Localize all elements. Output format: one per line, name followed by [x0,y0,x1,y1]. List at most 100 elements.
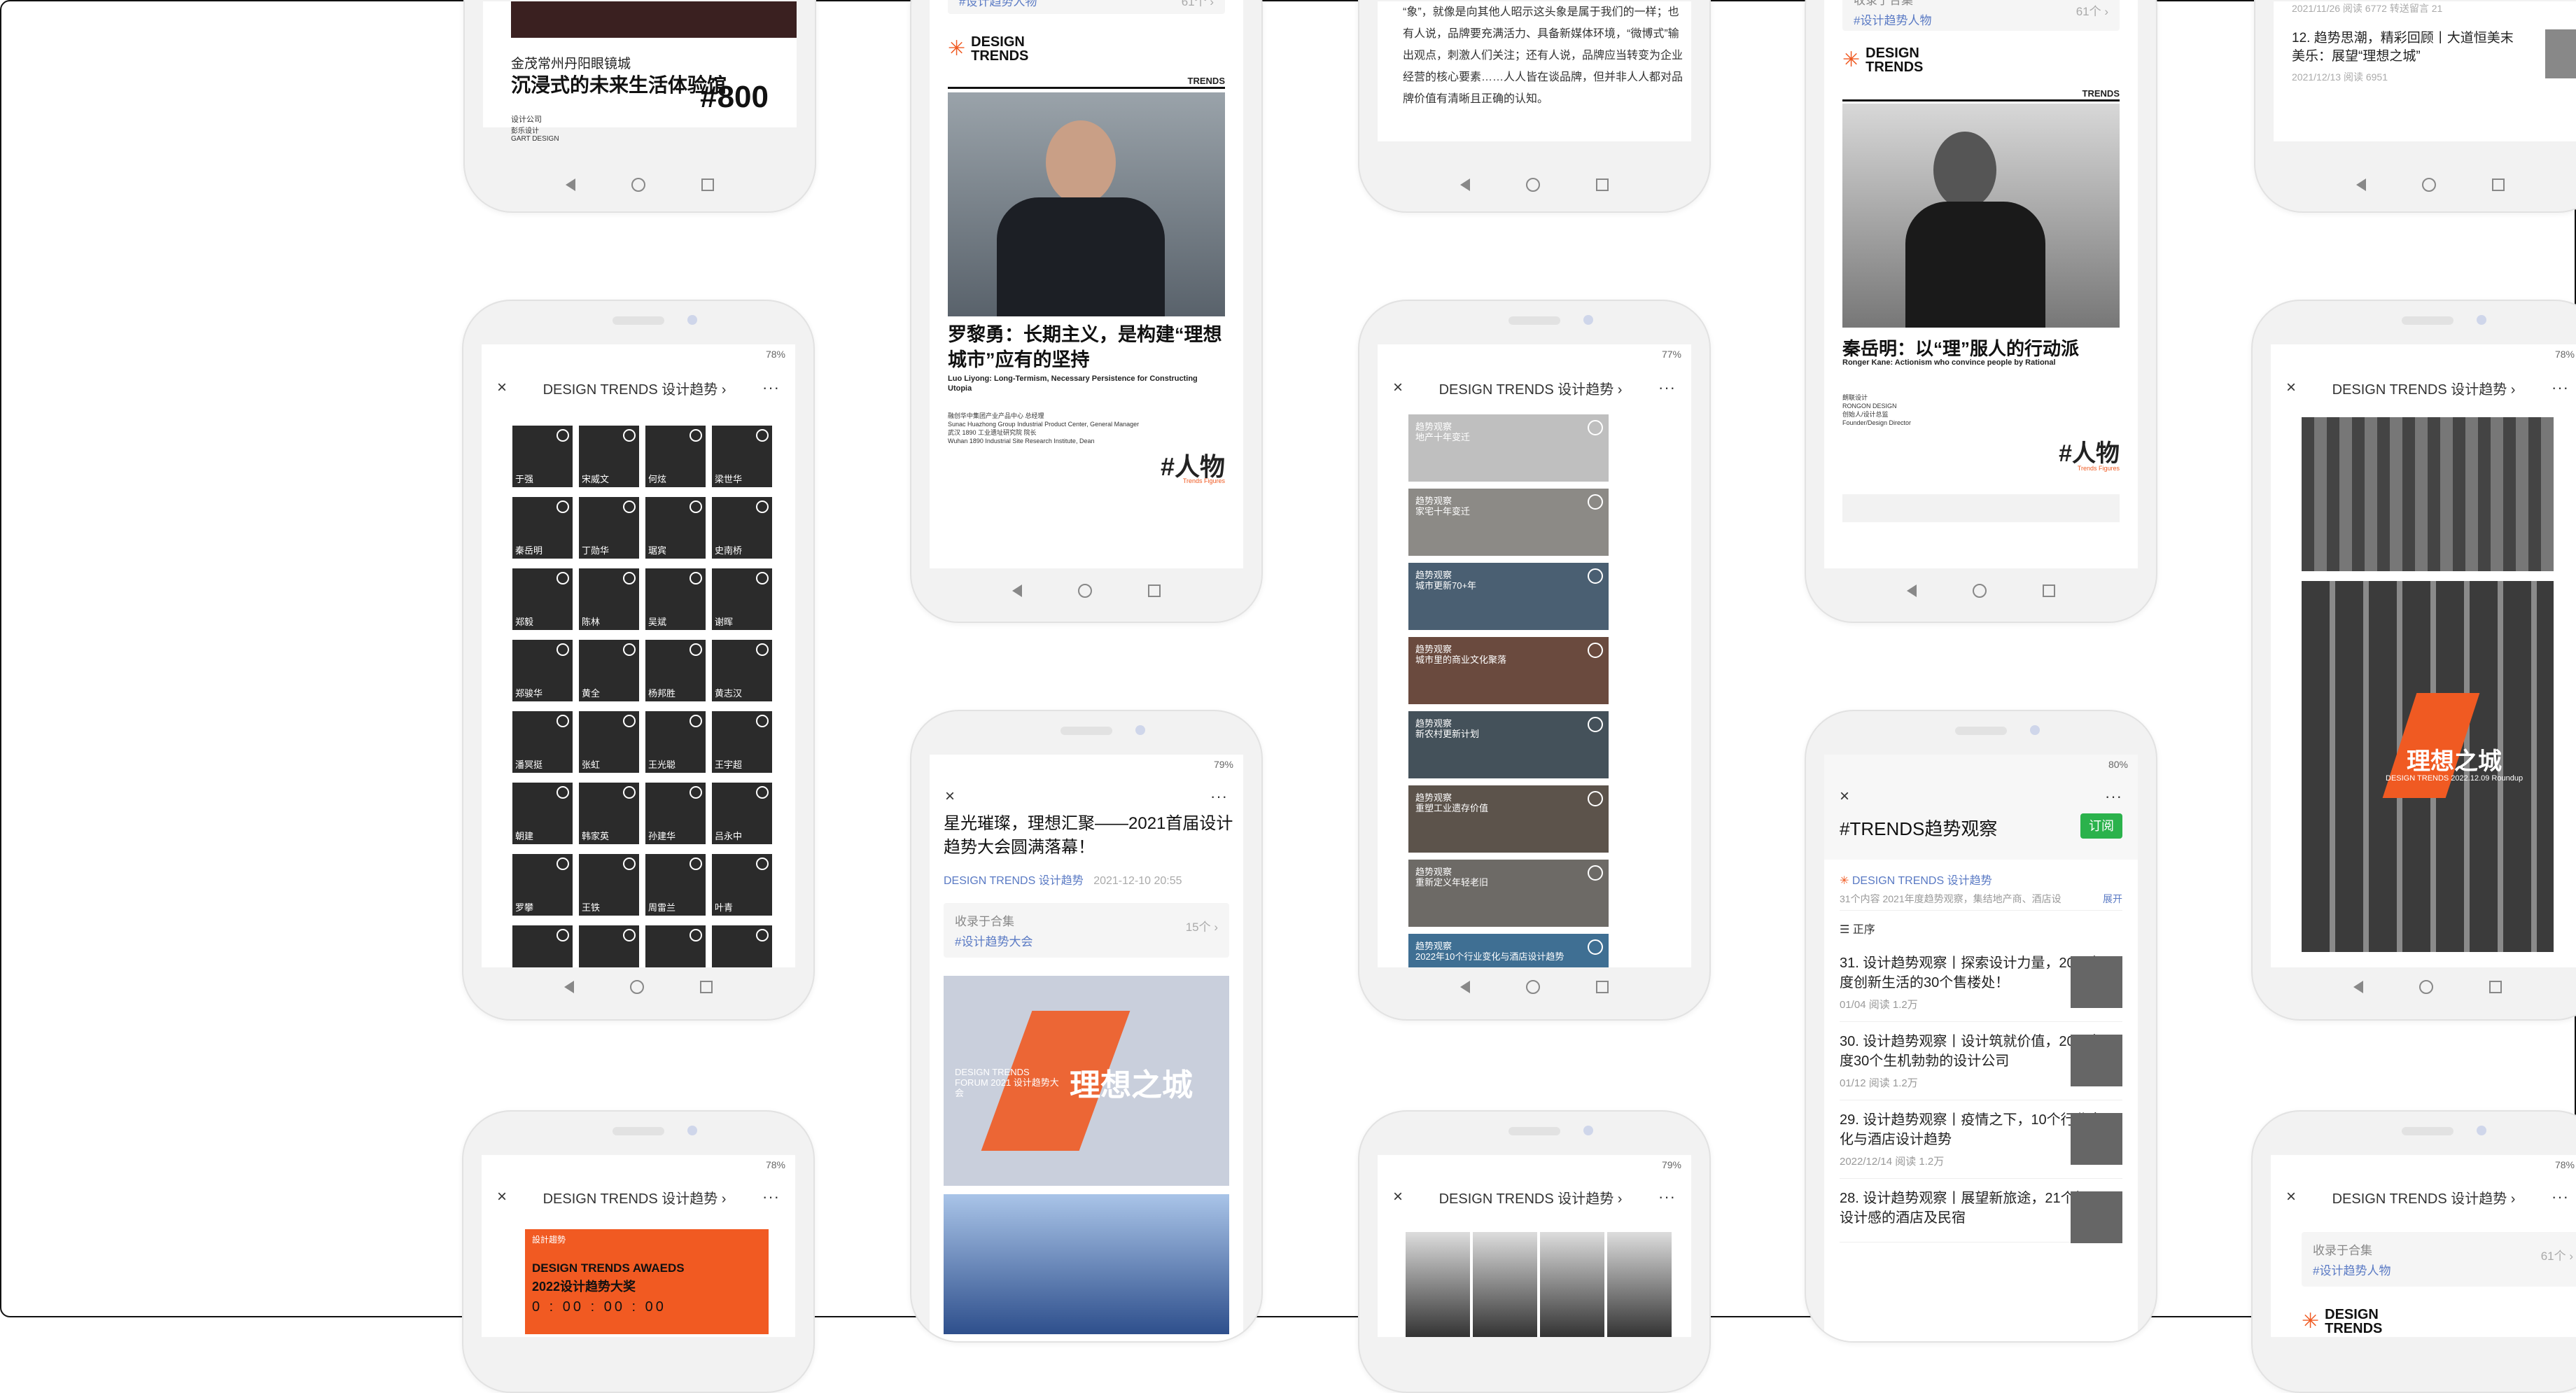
album-list-item[interactable]: 31. 设计趋势观察丨探索设计力量，2022年度创新生活的30个售楼处！ 01/0… [1840,944,2122,1022]
person-portrait[interactable]: 吕永中 [712,783,772,844]
collection-card[interactable]: 收录于合集 #设计趋势人物 61个 › [1842,0,2120,31]
sort-toggle[interactable]: ☰ 正序 [1840,920,1875,937]
more-icon[interactable]: ··· [762,379,780,397]
person-portrait[interactable]: 宋威文 [579,426,639,487]
person-portrait[interactable]: 杨邦胜 [645,640,706,701]
collection-tag[interactable]: #设计趋势大会 [955,932,1218,949]
back-icon[interactable] [566,178,575,191]
recents-icon[interactable] [2489,981,2502,993]
collection-card[interactable]: #设计趋势人物 61个 › [948,0,1225,14]
close-icon[interactable]: × [497,1187,507,1207]
close-icon[interactable]: × [497,378,507,398]
more-icon[interactable]: ··· [762,1188,780,1206]
album-author-name[interactable]: DESIGN TRENDS 设计趋势 [1852,875,1992,887]
more-icon[interactable]: ··· [2552,1188,2569,1206]
back-icon[interactable] [2353,981,2363,993]
article-author[interactable]: DESIGN TRENDS 设计趋势 [944,875,1084,887]
back-icon[interactable] [564,981,574,993]
person-portrait[interactable]: 陈林 [579,568,639,630]
person-portrait[interactable]: 黄晔 [512,925,573,967]
home-icon[interactable] [1526,980,1540,994]
person-portrait[interactable]: 琚宾 [645,497,706,559]
person-portrait[interactable]: 黄志汉 [712,640,772,701]
home-icon[interactable] [1078,584,1092,598]
recents-icon[interactable] [701,178,714,191]
more-icon[interactable]: ··· [2105,788,2122,806]
person-portrait[interactable]: 梁世华 [712,426,772,487]
close-icon[interactable]: × [2286,1187,2296,1207]
person-portrait[interactable]: 王铁 [579,854,639,916]
more-icon[interactable]: ··· [1210,788,1228,806]
home-icon[interactable] [1973,584,1987,598]
album-list-item[interactable]: 30. 设计趋势观察丨设计筑就价值，2022年度30个生机勃勃的设计公司 01/1… [1840,1022,2122,1100]
collection-card[interactable]: 收录于合集 #设计趋势大会 15个 › [944,903,1229,958]
person-portrait[interactable]: 郑骏华 [512,640,573,701]
person-portrait[interactable]: 何炫 [645,426,706,487]
person-portrait[interactable]: 黄全 [579,640,639,701]
recents-icon[interactable] [2043,584,2055,597]
album-list-item[interactable]: 28. 设计趋势观察丨展望新旅途，21个极具设计感的酒店及民宿 [1840,1179,2122,1243]
account-title[interactable]: DESIGN TRENDS 设计趋势 › [543,1187,727,1208]
sort-label[interactable]: 正序 [1853,924,1875,936]
home-icon[interactable] [2422,178,2436,192]
person-portrait[interactable]: 吴斌 [645,568,706,630]
more-icon[interactable]: ··· [2552,379,2569,397]
trend-article-card[interactable]: 趋势观察 2022年10个行业变化与酒店设计趋势 [1408,934,1609,967]
person-portrait[interactable]: 朝建 [512,783,573,844]
close-icon[interactable]: × [1393,1187,1403,1207]
collection-card[interactable]: 收录于合集 #设计趋势人物 61个 › [2302,1232,2576,1287]
more-icon[interactable]: ··· [1658,379,1676,397]
close-icon[interactable]: × [2286,378,2296,398]
subscribe-button[interactable]: 订阅 [2080,813,2122,839]
trend-article-card[interactable]: 趋势观察 重塑工业遗存价值 [1408,785,1609,853]
person-portrait[interactable]: 孙建华 [645,783,706,844]
person-portrait[interactable]: 史南桥 [712,497,772,559]
account-title[interactable]: DESIGN TRENDS 设计趋势 › [543,378,727,398]
home-icon[interactable] [630,980,644,994]
account-title[interactable]: DESIGN TRENDS 设计趋势 › [2332,378,2516,398]
home-icon[interactable] [1526,178,1540,192]
back-icon[interactable] [1012,584,1022,597]
recents-icon[interactable] [1148,584,1161,597]
item-title[interactable]: 12. 趋势思潮，精彩回顾丨大道恒美末美乐：展望“理想之城” [2292,29,2516,66]
recents-icon[interactable] [1596,178,1609,191]
close-icon[interactable]: × [1393,378,1403,398]
person-portrait[interactable]: 张虹 [579,711,639,773]
person-portrait[interactable]: 叶青 [712,854,772,916]
person-portrait[interactable]: 罗攀 [512,854,573,916]
back-icon[interactable] [1460,981,1470,993]
account-title[interactable]: DESIGN TRENDS 设计趋势 › [1439,1187,1623,1208]
collection-tag[interactable]: #设计趋势人物 [1854,10,2108,28]
close-icon[interactable]: × [1840,787,1849,806]
account-title[interactable]: DESIGN TRENDS 设计趋势 › [1439,378,1623,398]
person-portrait[interactable]: 王光聪 [645,711,706,773]
person-portrait[interactable]: 梁汉 [712,925,772,967]
home-icon[interactable] [631,178,645,192]
person-portrait[interactable]: 丁勋华 [579,497,639,559]
person-portrait[interactable]: 潘冥挺 [512,711,573,773]
back-icon[interactable] [2356,178,2366,191]
person-portrait[interactable]: 梁克 [645,925,706,967]
expand-link[interactable]: 展开 [2103,892,2122,906]
trend-article-card[interactable]: 趋势观察 重新定义年轻老旧 [1408,860,1609,927]
recents-icon[interactable] [2492,178,2505,191]
trend-article-card[interactable]: 趋势观察 城市里的商业文化聚落 [1408,637,1609,704]
person-portrait[interactable]: 王宇超 [712,711,772,773]
account-title[interactable]: DESIGN TRENDS 设计趋势 › [2332,1187,2516,1208]
trend-article-card[interactable]: 趋势观察 地产十年变迁 [1408,414,1609,482]
person-portrait[interactable]: 于强 [512,426,573,487]
recents-icon[interactable] [1596,981,1609,993]
back-icon[interactable] [1460,178,1470,191]
collection-tag[interactable]: #设计趋势人物 [2313,1261,2573,1278]
trend-article-card[interactable]: 趋势观察 新农村更新计划 [1408,711,1609,778]
person-portrait[interactable]: 周雷兰 [645,854,706,916]
album-list-item[interactable]: 29. 设计趋势观察丨疫情之下，10个行业变化与酒店设计趋势 2022/12/14… [1840,1100,2122,1179]
close-icon[interactable]: × [945,787,955,806]
trend-article-card[interactable]: 趋势观察 城市更新70+年 [1408,563,1609,630]
person-portrait[interactable]: 秦岳明 [512,497,573,559]
collection-tag[interactable]: #设计趋势人物 [959,0,1214,9]
recents-icon[interactable] [700,981,713,993]
person-portrait[interactable]: 郑毅 [512,568,573,630]
back-icon[interactable] [1907,584,1917,597]
person-portrait[interactable]: 孙华林 [579,925,639,967]
